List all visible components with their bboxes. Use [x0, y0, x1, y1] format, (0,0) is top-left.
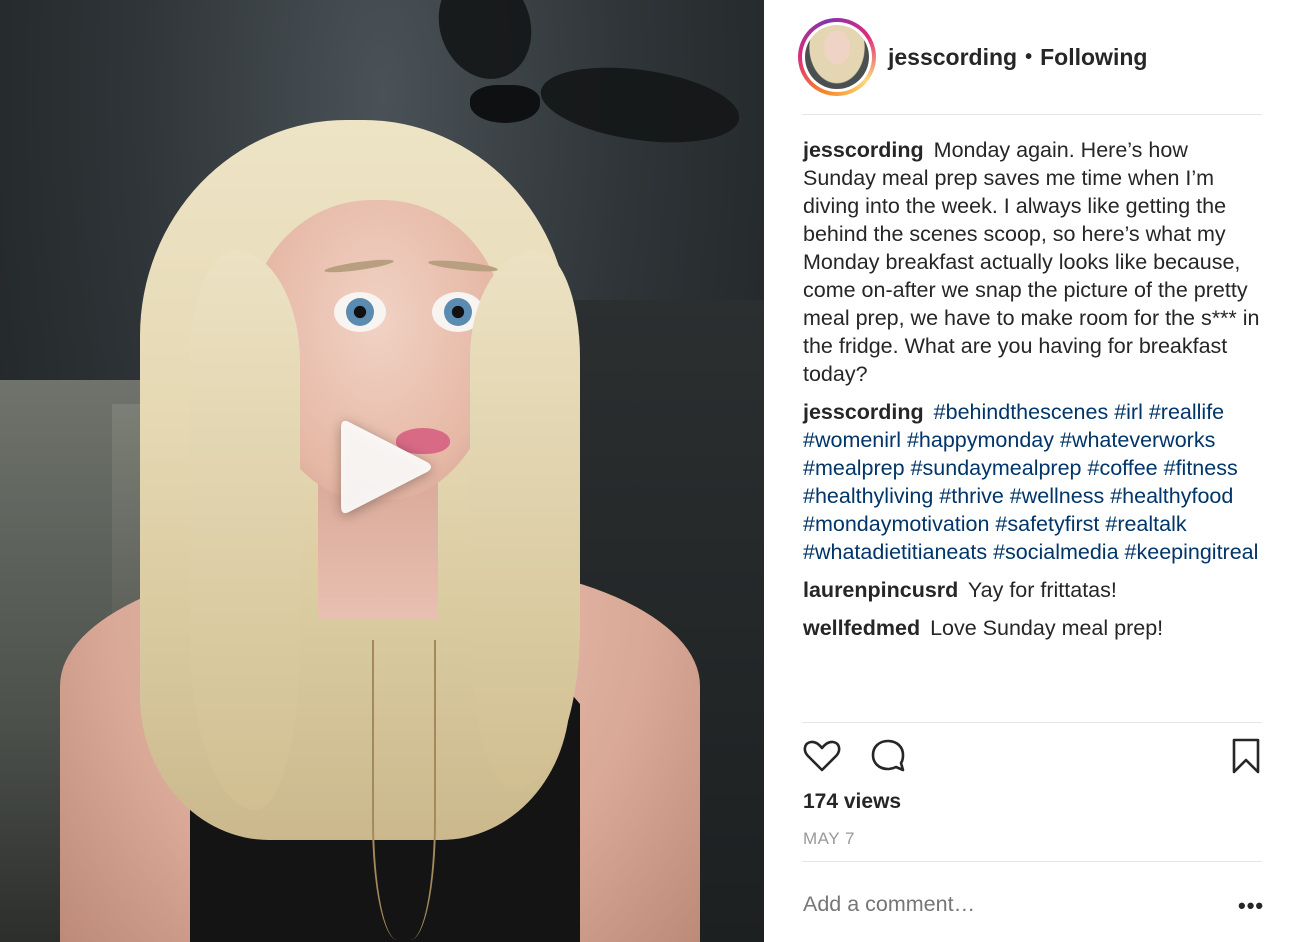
hashtag-link[interactable]: #womenirl [803, 428, 901, 452]
hashtag-link[interactable]: #safetyfirst [995, 512, 1099, 536]
hashtag-link[interactable]: #reallife [1149, 400, 1224, 424]
hashtag-link[interactable]: #whateverworks [1060, 428, 1215, 452]
hashtag-link[interactable]: #realtalk [1105, 512, 1186, 536]
hashtag-link[interactable]: #healthyliving [803, 484, 933, 508]
post-actions [802, 736, 1262, 780]
hashtag-link[interactable]: #irl [1114, 400, 1143, 424]
heart-icon[interactable] [802, 736, 842, 781]
view-count[interactable]: 174 views [803, 790, 901, 814]
divider [802, 722, 1262, 723]
comment-text: Yay for frittatas! [967, 578, 1117, 602]
divider [802, 114, 1262, 115]
hashtag-link[interactable]: #mondaymotivation [803, 512, 989, 536]
post-details-panel: jesscording • Following jesscording Mond… [764, 0, 1296, 942]
comment-username[interactable]: jesscording [803, 400, 924, 424]
comment-item: wellfedmed Love Sunday meal prep! [803, 614, 1265, 642]
header-separator: • [1025, 45, 1033, 68]
play-button[interactable] [330, 412, 440, 522]
hashtag-link[interactable]: #whatadietitianeats [803, 540, 987, 564]
comment-text: Love Sunday meal prep! [930, 616, 1164, 640]
hashtag-list: #behindthescenes #irl #reallife #womenir… [803, 400, 1258, 564]
comment-item: laurenpincusrd Yay for frittatas! [803, 576, 1265, 604]
post-header: jesscording • Following [764, 0, 1296, 114]
hashtag-comment: jesscording #behindthescenes #irl #reall… [803, 398, 1265, 566]
avatar[interactable] [805, 25, 869, 89]
ceiling-fan-hub [470, 85, 540, 123]
hashtag-link[interactable]: #mealprep [803, 456, 905, 480]
follow-status-button[interactable]: Following [1040, 44, 1147, 71]
avatar-story-ring[interactable] [798, 18, 876, 96]
add-comment-input[interactable] [803, 892, 1203, 917]
hashtag-link[interactable]: #keepingitreal [1125, 540, 1259, 564]
caption-text: Monday again. Here’s how Sunday meal pre… [803, 138, 1260, 386]
header-username[interactable]: jesscording [888, 44, 1017, 71]
hashtag-link[interactable]: #socialmedia [993, 540, 1118, 564]
post-date[interactable]: MAY 7 [803, 829, 855, 849]
hashtag-link[interactable]: #happymonday [907, 428, 1054, 452]
play-icon [341, 420, 431, 514]
post-video[interactable] [0, 0, 764, 942]
divider [802, 861, 1262, 862]
hashtag-link[interactable]: #healthyfood [1110, 484, 1233, 508]
necklace [372, 640, 436, 940]
comment-username[interactable]: wellfedmed [803, 616, 920, 640]
person-hair-front [470, 250, 580, 790]
ceiling-fan-blade [423, 0, 547, 93]
bookmark-icon[interactable] [1230, 736, 1262, 781]
instagram-post: jesscording • Following jesscording Mond… [0, 0, 1296, 942]
avatar-frame [802, 22, 872, 92]
person-hair-front [190, 250, 300, 810]
hashtag-link[interactable]: #sundaymealprep [911, 456, 1082, 480]
comments-list: jesscording Monday again. Here’s how Sun… [803, 136, 1265, 652]
hashtag-link[interactable]: #thrive [939, 484, 1004, 508]
ceiling-fan-blade [536, 56, 744, 154]
header-text: jesscording • Following [888, 44, 1147, 71]
caption: jesscording Monday again. Here’s how Sun… [803, 136, 1265, 388]
comment-username[interactable]: laurenpincusrd [803, 578, 958, 602]
hashtag-link[interactable]: #behindthescenes [934, 400, 1109, 424]
hashtag-link[interactable]: #fitness [1164, 456, 1238, 480]
hashtag-link[interactable]: #wellness [1010, 484, 1104, 508]
caption-username[interactable]: jesscording [803, 138, 924, 162]
hashtag-link[interactable]: #coffee [1087, 456, 1157, 480]
more-options-button[interactable]: ••• [1238, 893, 1264, 919]
speech-bubble-icon[interactable] [868, 736, 908, 781]
eye [334, 292, 386, 332]
